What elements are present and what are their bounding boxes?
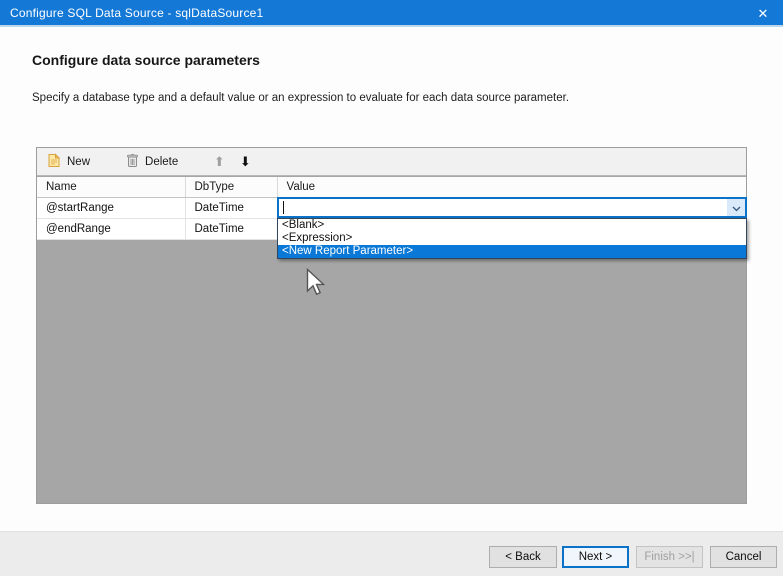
new-document-icon bbox=[47, 153, 61, 171]
finish-button: Finish >>| bbox=[636, 546, 703, 568]
next-button[interactable]: Next > bbox=[562, 546, 629, 568]
dropdown-option-expression[interactable]: <Expression> bbox=[278, 232, 746, 245]
configure-sql-data-source-dialog: Configure SQL Data Source - sqlDataSourc… bbox=[0, 0, 783, 576]
close-icon[interactable]: ✕ bbox=[743, 0, 783, 27]
back-button[interactable]: < Back bbox=[489, 546, 557, 568]
column-header-dbtype[interactable]: DbType bbox=[185, 177, 277, 197]
new-button[interactable]: New bbox=[41, 151, 96, 173]
dropdown-option-blank[interactable]: <Blank> bbox=[278, 219, 746, 232]
chevron-down-icon bbox=[732, 199, 741, 217]
footer-bar: < Back Next > Finish >>| Cancel bbox=[0, 531, 783, 576]
grid-toolbar: New Delete ⬆ ⬇ bbox=[37, 148, 746, 176]
arrow-up-icon: ⬆ bbox=[214, 155, 225, 168]
move-up-button[interactable]: ⬆ bbox=[208, 151, 230, 173]
delete-button-label: Delete bbox=[145, 156, 178, 168]
parameters-grid-panel: New Delete ⬆ ⬇ bbox=[36, 147, 747, 504]
arrow-down-icon: ⬇ bbox=[240, 155, 251, 168]
table-header-row: Name DbType Value bbox=[37, 177, 746, 197]
column-header-name[interactable]: Name bbox=[37, 177, 185, 197]
move-down-button[interactable]: ⬇ bbox=[234, 151, 256, 173]
cell-name[interactable]: @endRange bbox=[37, 218, 185, 239]
value-combobox-input[interactable] bbox=[277, 197, 747, 218]
dropdown-option-new-report-parameter[interactable]: <New Report Parameter> bbox=[278, 245, 746, 258]
cell-name[interactable]: @startRange bbox=[37, 197, 185, 218]
title-bar: Configure SQL Data Source - sqlDataSourc… bbox=[0, 0, 783, 27]
new-button-label: New bbox=[67, 156, 90, 168]
column-header-value[interactable]: Value bbox=[277, 177, 746, 197]
page-title: Configure data source parameters bbox=[32, 52, 260, 68]
combobox-dropdown-button[interactable] bbox=[727, 199, 745, 216]
page-description: Specify a database type and a default va… bbox=[32, 92, 569, 104]
text-caret bbox=[283, 201, 284, 214]
combobox-dropdown-list: <Blank> <Expression> <New Report Paramet… bbox=[277, 218, 747, 259]
mouse-cursor bbox=[306, 268, 325, 302]
cell-dbtype[interactable]: DateTime bbox=[185, 218, 277, 239]
delete-button[interactable]: Delete bbox=[120, 151, 184, 173]
cell-dbtype[interactable]: DateTime bbox=[185, 197, 277, 218]
trash-icon bbox=[126, 153, 139, 171]
window-title: Configure SQL Data Source - sqlDataSourc… bbox=[0, 6, 263, 20]
cancel-button[interactable]: Cancel bbox=[710, 546, 777, 568]
